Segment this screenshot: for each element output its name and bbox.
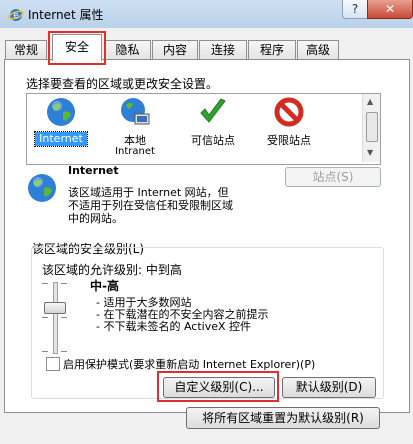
slider-tick — [42, 351, 48, 352]
slider-tick — [42, 283, 48, 284]
zone-instruction: 选择要查看的区域或更改安全设置。 — [26, 77, 219, 91]
slider-track — [53, 282, 58, 354]
default-level-button[interactable]: 默认级别(D) — [282, 377, 376, 398]
zone-local-intranet[interactable]: 本地 Intranet — [104, 96, 166, 160]
tab-connections[interactable]: 连接 — [199, 40, 247, 60]
sites-button[interactable]: 站点(S) — [285, 167, 381, 187]
checkmark-icon — [200, 98, 226, 123]
protected-mode-checkbox[interactable] — [46, 357, 60, 371]
zone-restricted-sites[interactable]: 受限站点 — [258, 96, 320, 156]
scroll-down-icon[interactable]: ▼ — [367, 148, 373, 157]
reset-all-zones-button[interactable]: 将所有区域重置为默认级别(R) — [186, 407, 380, 429]
slider-thumb[interactable] — [44, 302, 66, 314]
tab-general[interactable]: 常规 — [5, 40, 47, 60]
close-button[interactable]: ✕ — [367, 0, 413, 19]
globe-icon — [47, 98, 75, 126]
allowed-levels-text: 该区域的允许级别: 中到高 — [42, 263, 182, 277]
slider-tick — [42, 317, 48, 318]
zone-trusted-sites[interactable]: 可信站点 — [182, 96, 244, 156]
security-tab-highlight — [48, 31, 106, 65]
security-level-slider[interactable] — [40, 282, 70, 354]
intranet-globe-icon — [121, 98, 150, 125]
svg-text:e: e — [13, 11, 19, 21]
restricted-icon — [274, 97, 304, 127]
zone-description-line: 中的网站。 — [68, 212, 123, 225]
tab-privacy[interactable]: 隐私 — [104, 40, 151, 60]
zone-internet[interactable]: Internet — [30, 96, 92, 156]
slider-tick — [61, 283, 67, 284]
zone-sublabel: Intranet — [115, 146, 155, 157]
zone-label: 受限站点 — [267, 134, 311, 147]
protected-mode-label: 启用保护模式(要求重新启动 Internet Explorer)(P) — [63, 358, 316, 371]
slider-tick — [61, 317, 67, 318]
scroll-thumb[interactable] — [366, 112, 378, 142]
help-button[interactable]: ? — [342, 0, 368, 19]
zone-list-scrollbar[interactable]: ▲ ▼ — [362, 94, 380, 162]
security-level-name: 中-高 — [90, 279, 119, 293]
globe-icon — [28, 174, 56, 202]
selected-zone-title: Internet — [68, 164, 119, 177]
zone-label: 可信站点 — [191, 134, 235, 147]
scroll-up-icon[interactable]: ▲ — [367, 97, 373, 106]
custom-level-highlight — [157, 371, 279, 402]
internet-explorer-icon: e — [8, 9, 24, 21]
tab-programs[interactable]: 程序 — [248, 40, 296, 60]
zone-label: Internet — [34, 131, 88, 147]
tab-advanced[interactable]: 高级 — [297, 40, 339, 60]
level-bullet: - 不下载未签名的 ActiveX 控件 — [96, 320, 252, 333]
tab-content[interactable]: 内容 — [152, 40, 198, 60]
window-title: Internet 属性 — [28, 8, 104, 22]
slider-tick — [61, 351, 67, 352]
